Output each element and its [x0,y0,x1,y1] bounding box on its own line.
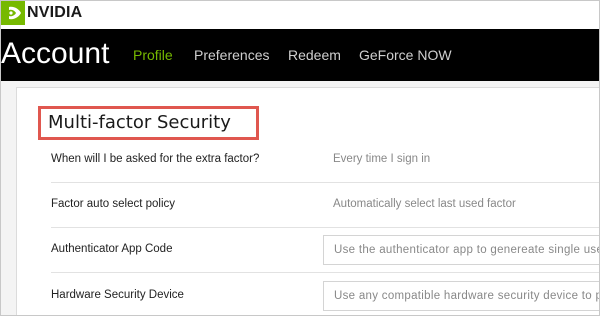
tab-redeem[interactable]: Redeem [288,46,341,64]
row-label-hardware-device: Hardware Security Device [51,289,184,301]
row-divider [51,182,599,183]
row-value-hardware-device[interactable]: Use any compatible hardware security dev… [323,281,599,311]
row-value-authenticator-app[interactable]: Use the authenticator app to genereate s… [323,235,599,265]
row-divider [51,272,599,273]
brand-name[interactable]: NVIDIA [27,4,82,22]
nvidia-logo-icon [1,1,25,25]
row-label-authenticator-app: Authenticator App Code [51,243,173,255]
account-nav: Account Profile Preferences Redeem GeFor… [1,29,599,81]
section-title: Multi-factor Security [38,106,259,140]
security-panel: Multi-factor Security When will I be ask… [16,87,599,315]
tab-preferences[interactable]: Preferences [194,46,269,64]
tab-profile[interactable]: Profile [133,46,173,64]
page-title: Account [1,37,110,70]
row-value-auto-select[interactable]: Automatically select last used factor [333,197,516,211]
brand-header: NVIDIA [1,1,599,29]
tab-geforce-now[interactable]: GeForce NOW [359,46,452,64]
row-label-auto-select: Factor auto select policy [51,198,176,210]
screenshot-frame: NVIDIA Account Profile Preferences Redee… [0,0,600,316]
row-label-extra-factor: When will I be asked for the extra facto… [51,153,260,165]
row-divider [51,227,599,228]
row-value-extra-factor[interactable]: Every time I sign in [333,152,430,166]
